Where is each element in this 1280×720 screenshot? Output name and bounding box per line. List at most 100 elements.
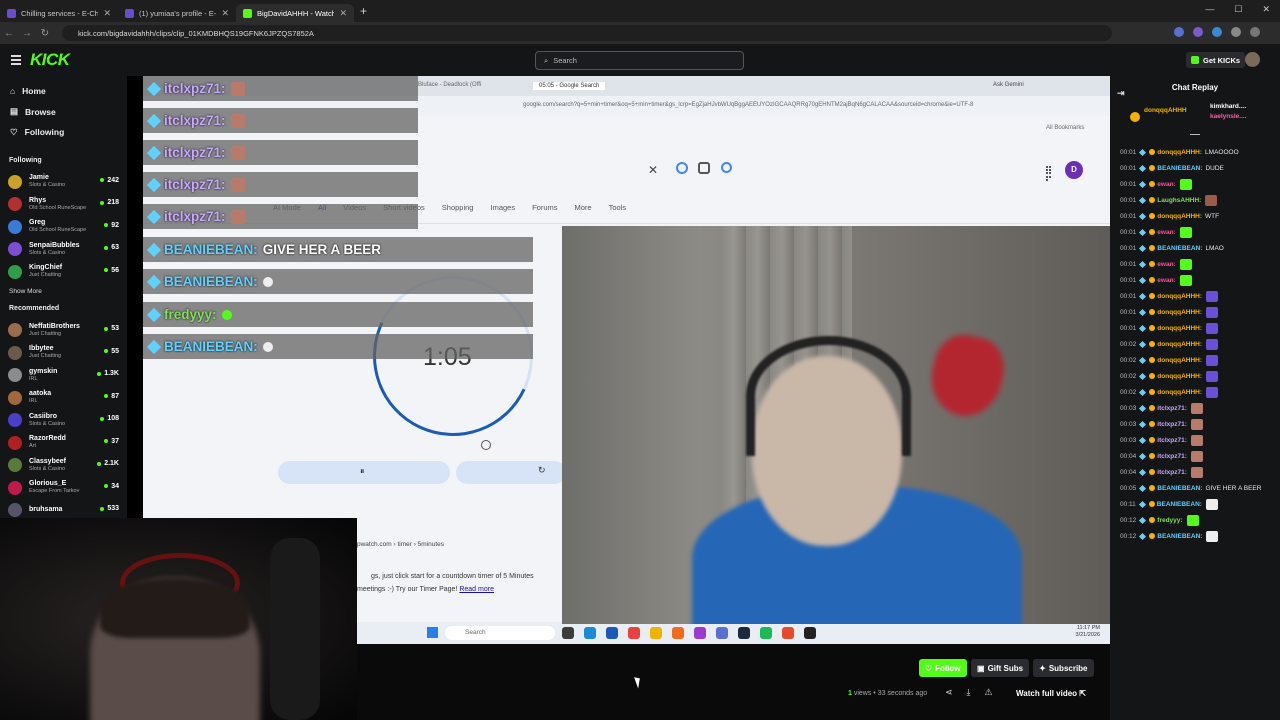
message-username[interactable]: itclxpz71: [1157,437,1187,444]
message-username[interactable]: donqqqAHHH: [1157,389,1202,396]
close-window-icon[interactable]: ✕ [1262,4,1270,15]
show-more-link[interactable]: Show More [0,283,127,301]
gift-icon: ▣ [977,663,985,673]
channel-item[interactable]: RazorRedd Art 37 [0,432,127,455]
report-icon[interactable]: ⚠ [985,687,993,698]
message-username[interactable]: BEANIEBEAN: [1157,245,1202,252]
tab-close-icon[interactable]: ✕ [339,8,347,19]
chat-messages: 00:01 donqqqAHHH: LMAOOOO 00:01 BEANIEBEAN: D… [1110,144,1280,544]
channel-item[interactable]: KingChief Just Chatting 56 [0,261,127,284]
message-username[interactable]: itclxpz71: [1157,469,1187,476]
message-timestamp: 00:02 [1120,388,1137,396]
channel-item[interactable]: Jamie Slots & Casino 242 [0,171,127,194]
gift-subs-button[interactable]: ▣ Gift Subs [971,659,1030,677]
user-avatar[interactable] [1245,52,1260,67]
channel-item[interactable]: Rhys Old School RuneScape 218 [0,193,127,216]
menu-icon[interactable] [11,55,21,67]
back-icon[interactable]: ← [0,28,18,39]
badge-icon [1139,484,1147,492]
live-dot-icon [97,461,102,466]
subscribe-button[interactable]: ✦ Subscribe [1033,659,1094,677]
follow-button[interactable]: ♡ Follow [919,659,967,677]
share-icon[interactable]: ⋖ [945,687,953,698]
channel-item[interactable]: Glorious_E Escape From Tarkov 34 [0,477,127,500]
message-username[interactable]: BEANIEBEAN: [1157,501,1202,508]
badge-icon [1139,532,1147,540]
message-username[interactable]: donqqqAHHH: [1157,341,1202,348]
clock-date: 3/21/2026 [1075,632,1100,638]
profile-icon[interactable] [1250,27,1260,37]
download-icon[interactable]: ⤓ [967,687,971,698]
channel-item[interactable]: NeffatiBrothers Just Chatting 53 [0,319,127,342]
watch-full-video-button[interactable]: Watch full video ⇱ [1016,689,1086,698]
message-username[interactable]: donqqqAHHH: [1157,357,1202,364]
live-dot-icon [100,200,105,205]
channel-item[interactable]: SenpaiBubbles Slots & Casino 63 [0,238,127,261]
browser-tab[interactable]: Chilling services - E-Chat - E-Pal ✕ [0,4,118,22]
channel-item[interactable]: aatoka IRL 87 [0,387,127,410]
message-username[interactable]: ewan: [1157,229,1175,236]
new-tab-button[interactable]: + [360,4,367,18]
sub-badge-icon [1149,325,1156,331]
collapse-chat-icon[interactable]: ⇥ [1117,82,1125,105]
extension-icon[interactable] [1231,27,1241,37]
scroll-handle[interactable] [1190,134,1200,135]
maximize-icon[interactable]: ☐ [1234,4,1242,15]
nav-item-browse[interactable]: ▤ Browse [0,102,127,123]
message-username[interactable]: ewan: [1157,277,1175,284]
message-username[interactable]: itclxpz71: [1157,405,1187,412]
chat-message: 00:11 BEANIEBEAN: [1110,496,1280,512]
message-username[interactable]: donqqqAHHH: [1157,149,1202,156]
message-username[interactable]: donqqqAHHH: [1157,325,1202,332]
emote-icon [1179,178,1192,190]
tab-close-icon[interactable]: ✕ [103,8,111,19]
reload-icon[interactable]: ↻ [36,28,54,39]
minimize-icon[interactable]: — [1205,4,1214,15]
channel-item[interactable]: Greg Old School RuneScape 92 [0,216,127,239]
message-username[interactable]: LaughsAHHH: [1157,197,1201,204]
channel-category: Slots & Casino [29,465,66,472]
overlay-chat-row: fredyyy: [143,302,533,327]
message-username[interactable]: itclxpz71: [1157,453,1187,460]
tab-close-icon[interactable]: ✕ [221,8,229,19]
message-timestamp: 00:02 [1120,372,1137,380]
chat-message: 00:04 itclxpz71: [1110,464,1280,480]
chat-message: 00:02 donqqqAHHH: [1110,384,1280,400]
message-username[interactable]: BEANIEBEAN: [1157,533,1202,540]
channel-item[interactable]: Casiibro Slots & Casino 108 [0,409,127,432]
channel-name: bruhsama [29,506,63,514]
message-timestamp: 00:01 [1120,324,1137,332]
extension-icon[interactable] [1212,27,1222,37]
message-username[interactable]: BEANIEBEAN: [1157,485,1202,492]
message-username[interactable]: ewan: [1157,181,1175,188]
message-username[interactable]: donqqqAHHH: [1157,309,1202,316]
message-username[interactable]: donqqqAHHH: [1157,293,1202,300]
emote-icon [1206,338,1219,350]
url-field[interactable]: kick.com/bigdavidahhh/clips/clip_01KMDBH… [62,25,1112,41]
nav-item-home[interactable]: ⌂ Home [0,81,127,102]
message-username[interactable]: donqqqAHHH: [1157,373,1202,380]
channel-item[interactable]: Classybeef Slots & Casino 2.1K [0,454,127,477]
search-input[interactable]: ⌕ Search [535,51,744,70]
overlay-username: itclxpz71: [164,81,226,96]
message-username[interactable]: ewan: [1157,261,1175,268]
message-username[interactable]: donqqqAHHH: [1157,213,1202,220]
extension-icon[interactable] [1193,27,1203,37]
overlay-username: itclxpz71: [164,145,226,160]
sub-badge-icon [1149,485,1156,491]
browser-tab[interactable]: (1) yumiaa's profile - E-Pal ✕ [118,4,236,22]
message-username[interactable]: fredyyy: [1157,517,1182,524]
kick-logo[interactable]: KICK [30,50,70,70]
message-username[interactable]: BEANIEBEAN: [1157,165,1202,172]
browser-tab[interactable]: BigDavidAHHH - Watch clip ✕ [236,4,354,22]
channel-item[interactable]: Ibbytee Just Chatting 55 [0,342,127,365]
nav-item-following[interactable]: ♡ Following [0,122,127,143]
get-kicks-button[interactable]: Get KICKs [1186,52,1246,68]
overlay-chat-row: itclxpz71: [143,108,418,133]
extension-icon[interactable] [1174,27,1184,37]
sub-badge-icon [1149,517,1156,523]
emote-icon [1206,322,1219,334]
message-username[interactable]: itclxpz71: [1157,421,1187,428]
channel-item[interactable]: gymskin IRL 1.3K [0,364,127,387]
forward-icon[interactable]: → [18,28,36,39]
